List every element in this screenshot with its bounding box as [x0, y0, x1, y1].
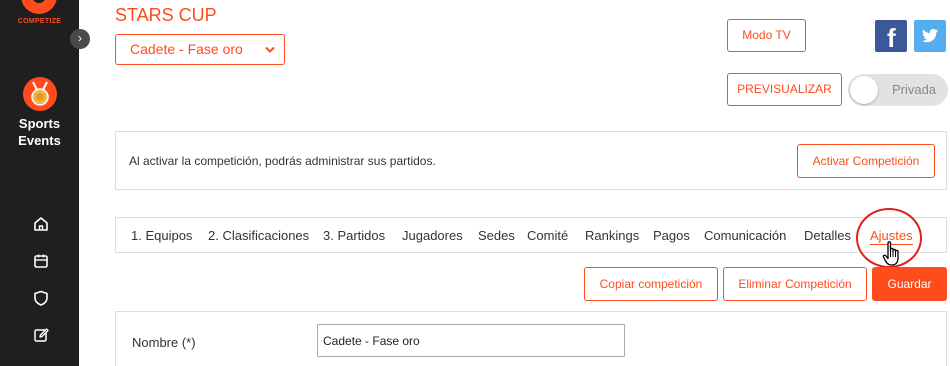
tab-pagos[interactable]: Pagos	[653, 228, 690, 243]
home-icon[interactable]	[32, 215, 50, 233]
tab-equipos[interactable]: 1. Equipos	[131, 228, 192, 243]
chevron-down-icon	[265, 46, 275, 53]
tab-comunicacion[interactable]: Comunicación	[704, 228, 786, 243]
edit-icon[interactable]	[32, 326, 50, 344]
facebook-share-button[interactable]: f	[875, 20, 907, 53]
toggle-knob	[850, 76, 878, 104]
sports-events-label: Sports Events	[0, 115, 79, 149]
tab-comite[interactable]: Comité	[527, 228, 568, 243]
tab-jugadores[interactable]: Jugadores	[402, 228, 463, 243]
hand-cursor-icon	[882, 241, 899, 266]
competize-logo[interactable]	[21, 0, 57, 14]
section-line-2: Events	[18, 133, 61, 148]
sidebar-collapse-button[interactable]: ›	[70, 29, 90, 49]
tab-partidos[interactable]: 3. Partidos	[323, 228, 385, 243]
medal-icon[interactable]	[22, 76, 58, 112]
tab-detalles[interactable]: Detalles	[804, 228, 851, 243]
save-button[interactable]: Guardar	[872, 267, 947, 301]
phase-select-value: Cadete - Fase oro	[130, 41, 243, 57]
facebook-icon: f	[887, 23, 896, 53]
shield-icon[interactable]	[32, 289, 50, 307]
section-tabs: 1. Equipos 2. Clasificaciones 3. Partido…	[115, 217, 947, 253]
calendar-icon[interactable]	[32, 252, 50, 270]
activation-message: Al activar la competición, podrás admini…	[129, 154, 436, 168]
name-field-label: Nombre (*)	[132, 335, 196, 350]
brand-name: COMPETIZE	[17, 18, 62, 25]
privacy-toggle-label: Privada	[891, 82, 937, 97]
tab-clasificaciones[interactable]: 2. Clasificaciones	[208, 228, 309, 243]
privacy-toggle[interactable]: Privada	[848, 74, 948, 106]
page-title: STARS CUP	[115, 5, 217, 25]
preview-button[interactable]: PREVISUALIZAR	[727, 73, 842, 106]
phase-select[interactable]: Cadete - Fase oro	[115, 34, 285, 65]
sidebar: COMPETIZE Sports Events	[0, 0, 79, 366]
twitter-share-button[interactable]	[914, 20, 946, 52]
name-field[interactable]	[317, 324, 625, 357]
twitter-icon	[921, 28, 939, 43]
activate-competition-button[interactable]: Activar Competición	[797, 144, 935, 178]
delete-competition-button[interactable]: Eliminar Competición	[723, 267, 867, 301]
tv-mode-button[interactable]: Modo TV	[727, 19, 806, 52]
settings-form: Nombre (*)	[115, 311, 947, 366]
section-line-1: Sports	[18, 116, 61, 131]
activation-panel: Al activar la competición, podrás admini…	[115, 131, 947, 190]
copy-competition-button[interactable]: Copiar competición	[584, 267, 718, 301]
tab-sedes[interactable]: Sedes	[478, 228, 515, 243]
tab-rankings[interactable]: Rankings	[585, 228, 639, 243]
